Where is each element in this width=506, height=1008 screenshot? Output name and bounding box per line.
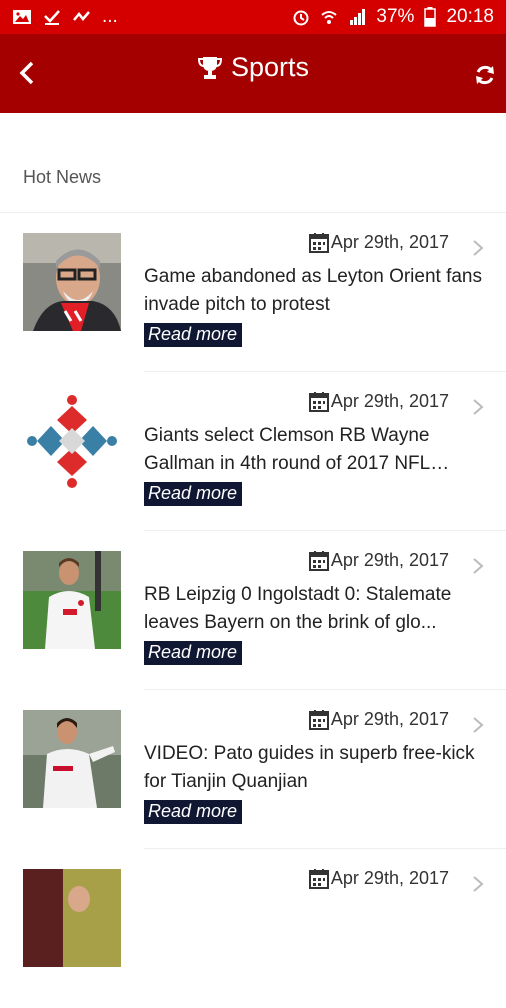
- status-bar-notifications: ...: [12, 6, 118, 28]
- app-bar-title-group: Sports: [0, 52, 506, 83]
- news-date: Apr 29th, 2017: [330, 232, 449, 252]
- chevron-right-icon: [473, 717, 484, 733]
- man-with-glasses-photo: [23, 233, 121, 331]
- read-more-button[interactable]: Read more: [144, 323, 243, 347]
- news-headline[interactable]: RB Leipzig 0 Ingolstadt 0: Stalemate lea…: [144, 581, 484, 637]
- news-item[interactable]: Apr 29th, 2017 Game abandoned as Leyton …: [0, 213, 506, 372]
- app-bar: Sports: [0, 34, 506, 113]
- alarm-icon: [292, 8, 310, 26]
- chevron-right-icon: [473, 240, 484, 256]
- calendar-icon: [308, 868, 329, 889]
- battery-icon: [424, 7, 437, 27]
- gallery-icon: [12, 8, 32, 26]
- read-more-button[interactable]: Read more: [144, 482, 243, 506]
- date-row: Apr 29th, 2017: [308, 868, 449, 889]
- trophy-icon: [197, 56, 222, 79]
- chevron-right-icon: [473, 876, 484, 892]
- wifi-icon: [320, 8, 338, 26]
- news-item[interactable]: Apr 29th, 2017 VIDEO: Pato guides in sup…: [0, 690, 506, 849]
- date-row: Apr 29th, 2017: [308, 550, 449, 571]
- news-date: Apr 29th, 2017: [330, 391, 449, 411]
- news-list[interactable]: Apr 29th, 2017 Game abandoned as Leyton …: [0, 213, 506, 1008]
- status-bar: ... 37% 20:18: [0, 0, 506, 34]
- more-notifications-text: ...: [102, 6, 118, 27]
- news-date: Apr 29th, 2017: [330, 709, 449, 729]
- calendar-icon: [308, 550, 329, 571]
- chevron-right-icon: [473, 558, 484, 574]
- footballer-kick-photo: [23, 710, 121, 808]
- calendar-icon: [308, 232, 329, 253]
- section-title: Hot News: [23, 167, 102, 187]
- news-date: Apr 29th, 2017: [330, 868, 449, 888]
- news-headline[interactable]: Giants select Clemson RB Wayne Gallman i…: [144, 422, 484, 478]
- news-item[interactable]: Apr 29th, 2017 RB Leipzig 0 Ingolstadt 0…: [0, 531, 506, 690]
- date-row: Apr 29th, 2017: [308, 232, 449, 253]
- date-row: Apr 29th, 2017: [308, 709, 449, 730]
- news-item[interactable]: Apr 29th, 2017: [0, 849, 506, 1008]
- battery-percent: 37%: [376, 6, 415, 27]
- date-row: Apr 29th, 2017: [308, 391, 449, 412]
- calendar-icon: [308, 709, 329, 730]
- activity-icon: [72, 8, 92, 26]
- news-headline[interactable]: Game abandoned as Leyton Orient fans inv…: [144, 263, 484, 319]
- news-headline[interactable]: VIDEO: Pato guides in superb free-kick f…: [144, 740, 484, 796]
- read-more-button[interactable]: Read more: [144, 800, 243, 824]
- refresh-icon: [476, 65, 494, 85]
- download-done-icon: [42, 8, 62, 26]
- clock-time: 20:18: [446, 6, 494, 27]
- status-bar-system: 37% 20:18: [292, 6, 494, 28]
- red-blue-logo: [23, 392, 121, 490]
- footballer-photo-partial: [23, 869, 121, 967]
- read-more-button[interactable]: Read more: [144, 641, 243, 665]
- news-date: Apr 29th, 2017: [330, 550, 449, 570]
- chevron-right-icon: [473, 399, 484, 415]
- signal-icon: [348, 8, 366, 26]
- refresh-button[interactable]: [468, 58, 502, 92]
- calendar-icon: [308, 391, 329, 412]
- news-item[interactable]: Apr 29th, 2017 Giants select Clemson RB …: [0, 372, 506, 531]
- page-title: Sports: [230, 52, 310, 82]
- footballer-photo: [23, 551, 121, 649]
